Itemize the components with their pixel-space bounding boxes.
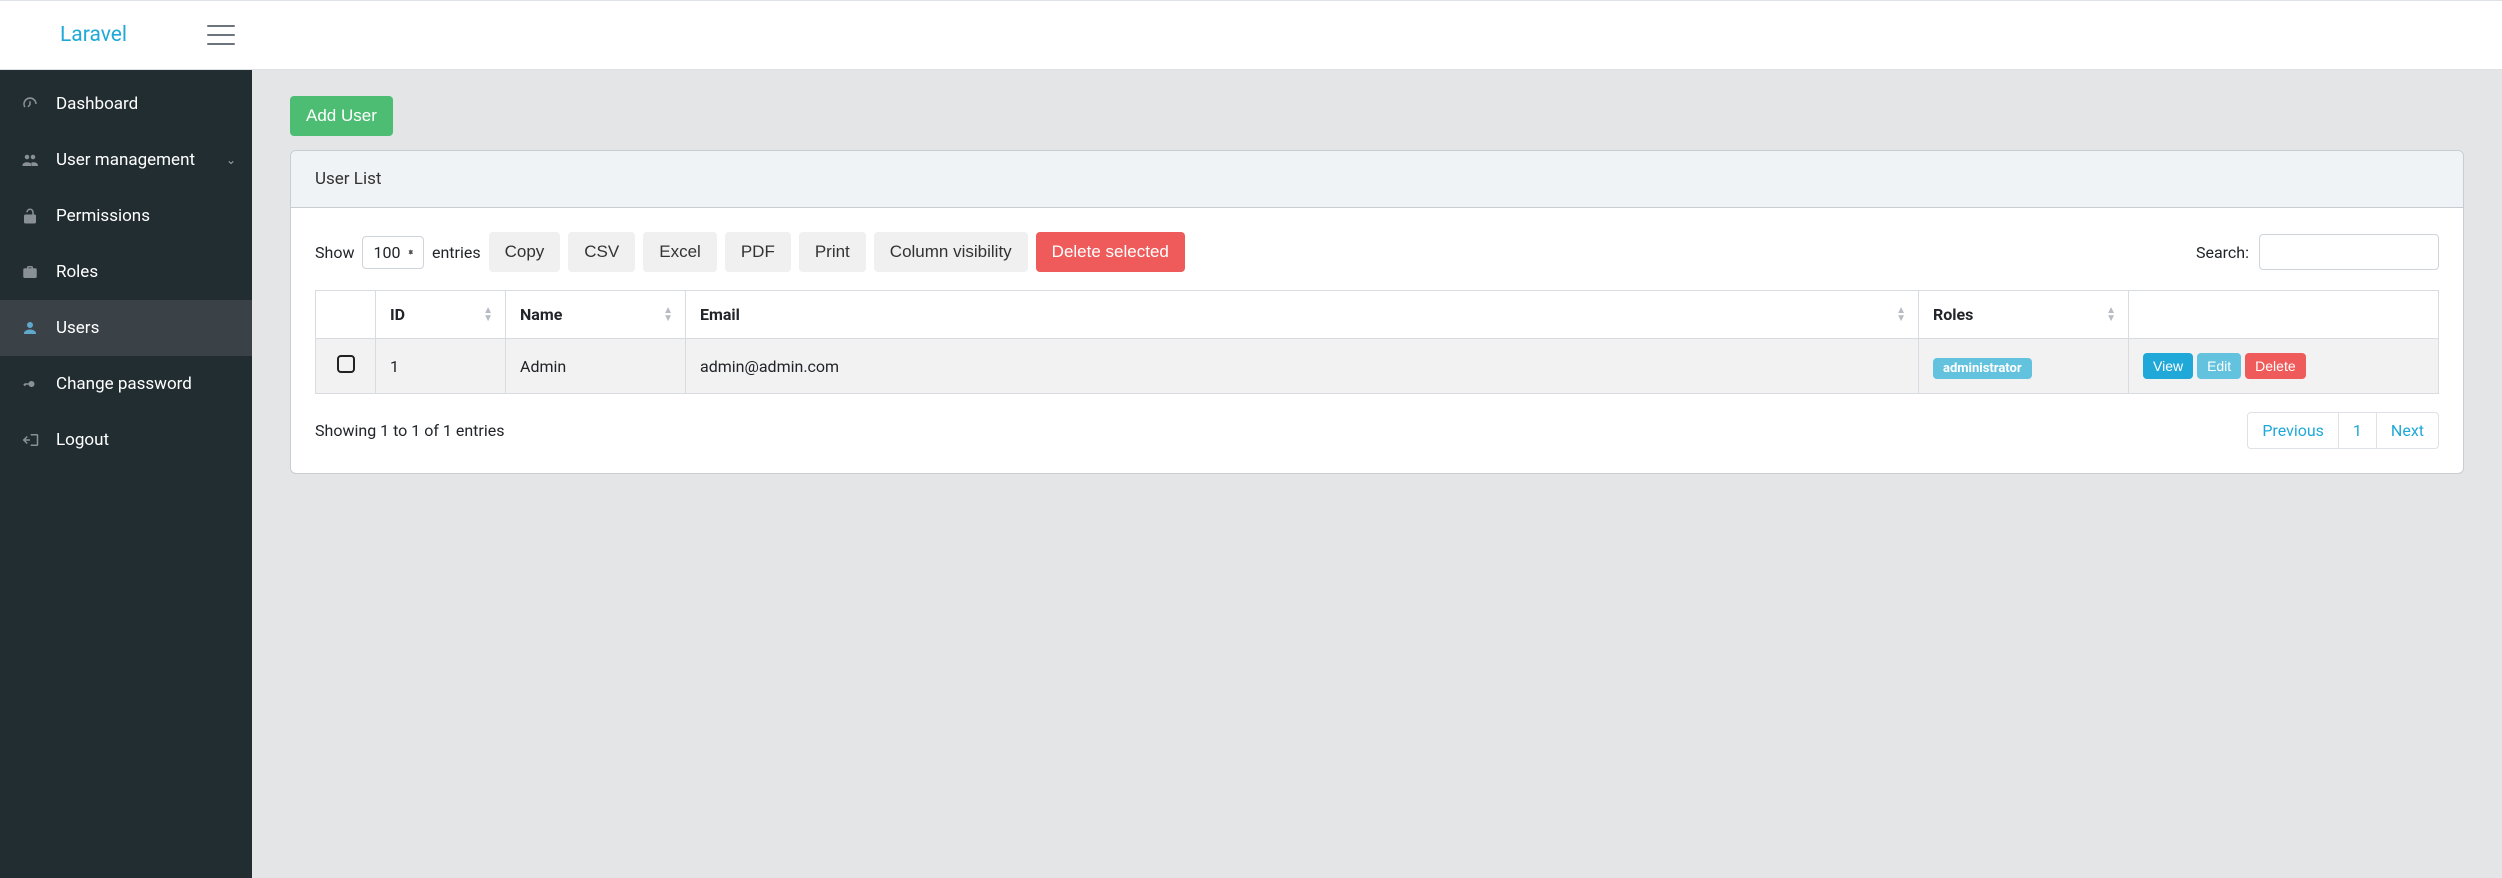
sidebar-item-user-management[interactable]: User management ⌄ (0, 132, 252, 188)
datatable-toolbar: Show 100 entries Copy CSV Excel PDF Prin… (315, 232, 2439, 272)
table-row: 1 Admin admin@admin.com administrator Vi… (316, 339, 2439, 394)
sidebar-item-label: Logout (56, 430, 109, 450)
sort-icon: ▲▼ (663, 307, 673, 323)
copy-button[interactable]: Copy (489, 232, 561, 272)
menu-toggle-button[interactable] (207, 25, 235, 45)
sidebar-item-label: Dashboard (56, 94, 138, 114)
entries-label: entries (432, 243, 481, 262)
sidebar-item-permissions[interactable]: Permissions (0, 188, 252, 244)
select-caret-icon (408, 252, 413, 253)
col-name[interactable]: Name ▲▼ (506, 291, 686, 339)
delete-selected-button[interactable]: Delete selected (1036, 232, 1185, 272)
sort-icon: ▲▼ (2106, 307, 2116, 323)
table-footer: Showing 1 to 1 of 1 entries Previous 1 N… (315, 412, 2439, 449)
top-navbar: Laravel (0, 0, 2502, 70)
row-checkbox[interactable] (337, 355, 355, 373)
pager-page-1[interactable]: 1 (2339, 412, 2377, 449)
col-email[interactable]: Email ▲▼ (686, 291, 1919, 339)
users-table: ID ▲▼ Name ▲▼ Email ▲▼ (315, 290, 2439, 394)
cell-email: admin@admin.com (686, 339, 1919, 394)
role-badge: administrator (1933, 358, 2032, 379)
delete-button[interactable]: Delete (2245, 353, 2305, 379)
sidebar-item-logout[interactable]: Logout (0, 412, 252, 468)
excel-button[interactable]: Excel (643, 232, 717, 272)
users-icon (20, 150, 40, 170)
cell-actions: View Edit Delete (2129, 339, 2439, 394)
sidebar-item-label: Users (56, 318, 99, 338)
cell-name: Admin (506, 339, 686, 394)
search-label: Search: (2196, 243, 2249, 262)
col-roles[interactable]: Roles ▲▼ (1919, 291, 2129, 339)
view-button[interactable]: View (2143, 353, 2193, 379)
key-icon (20, 374, 40, 394)
edit-button[interactable]: Edit (2197, 353, 2241, 379)
briefcase-icon (20, 262, 40, 282)
signout-icon (20, 430, 40, 450)
sidebar-item-change-password[interactable]: Change password (0, 356, 252, 412)
user-icon (20, 318, 40, 338)
card-title: User List (291, 151, 2463, 208)
main-content: Add User User List Show 100 entries Copy… (252, 70, 2502, 878)
unlock-icon (20, 206, 40, 226)
entries-length-value: 100 (373, 243, 400, 262)
chevron-down-icon: ⌄ (226, 153, 236, 167)
sidebar-item-dashboard[interactable]: Dashboard (0, 76, 252, 132)
table-info: Showing 1 to 1 of 1 entries (315, 421, 504, 440)
col-id[interactable]: ID ▲▼ (376, 291, 506, 339)
sidebar-item-roles[interactable]: Roles (0, 244, 252, 300)
cell-roles: administrator (1919, 339, 2129, 394)
brand-link[interactable]: Laravel (60, 23, 127, 47)
speedometer-icon (20, 94, 40, 114)
entries-length-select[interactable]: 100 (362, 236, 424, 269)
sidebar-item-label: Change password (56, 374, 192, 394)
col-select[interactable] (316, 291, 376, 339)
sort-icon: ▲▼ (483, 307, 493, 323)
sidebar-item-label: Roles (56, 262, 98, 282)
sort-icon: ▲▼ (1896, 307, 1906, 323)
pagination: Previous 1 Next (2247, 412, 2439, 449)
cell-id: 1 (376, 339, 506, 394)
print-button[interactable]: Print (799, 232, 866, 272)
pdf-button[interactable]: PDF (725, 232, 791, 272)
hamburger-icon (207, 25, 235, 27)
sidebar-item-label: User management (56, 150, 195, 170)
search-input[interactable] (2259, 234, 2439, 270)
sidebar-item-label: Permissions (56, 206, 150, 226)
column-visibility-button[interactable]: Column visibility (874, 232, 1028, 272)
add-user-button[interactable]: Add User (290, 96, 393, 136)
csv-button[interactable]: CSV (568, 232, 635, 272)
user-list-card: User List Show 100 entries Copy CSV Exce… (290, 150, 2464, 474)
sidebar: Dashboard User management ⌄ Permissions … (0, 70, 252, 878)
sidebar-item-users[interactable]: Users (0, 300, 252, 356)
pager-prev[interactable]: Previous (2247, 412, 2339, 449)
show-label: Show (315, 243, 354, 262)
col-actions (2129, 291, 2439, 339)
pager-next[interactable]: Next (2377, 412, 2439, 449)
